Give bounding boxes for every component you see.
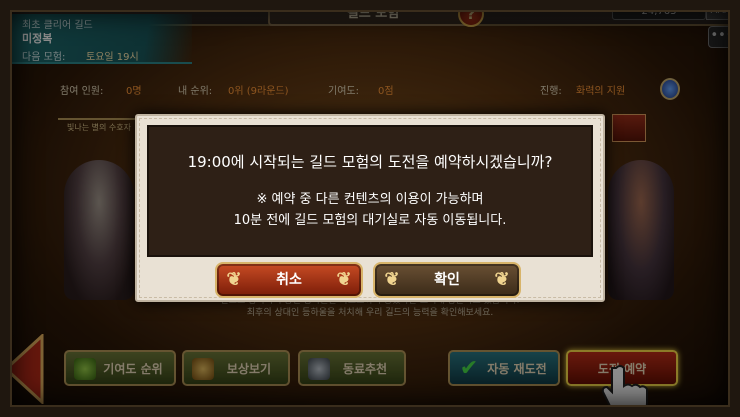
ornament-icon: ❦ — [226, 269, 242, 290]
confirm-label: 확인 — [434, 272, 460, 288]
dialog-message-box: 19:00에 시작되는 길드 모험의 도전을 예약하시겠습니까? ※ 예약 중 … — [147, 125, 593, 257]
dialog-question: 19:00에 시작되는 길드 모험의 도전을 예약하시겠습니까? — [187, 153, 553, 171]
cancel-button[interactable]: ❦ 취소 ❦ — [215, 262, 363, 298]
dialog-note-2: 10분 전에 길드 모험의 대기실로 자동 이동됩니다. — [233, 213, 507, 228]
cancel-label: 취소 — [276, 272, 302, 288]
ornament-icon: ❦ — [336, 269, 352, 290]
ornament-icon: ❦ — [494, 269, 510, 290]
reserve-confirm-dialog: 19:00에 시작되는 길드 모험의 도전을 예약하시겠습니까? ※ 예약 중 … — [135, 114, 605, 302]
confirm-button[interactable]: ❦ 확인 ❦ — [373, 262, 521, 298]
game-scene: 빛나는 별의 수호자 길드 모험 ? 24,763 MAX ••• 최초 클리어… — [0, 0, 740, 417]
dialog-note-1: ※ 예약 중 다른 컨텐츠의 이용이 가능하며 — [256, 192, 484, 207]
ornament-icon: ❦ — [384, 269, 400, 290]
